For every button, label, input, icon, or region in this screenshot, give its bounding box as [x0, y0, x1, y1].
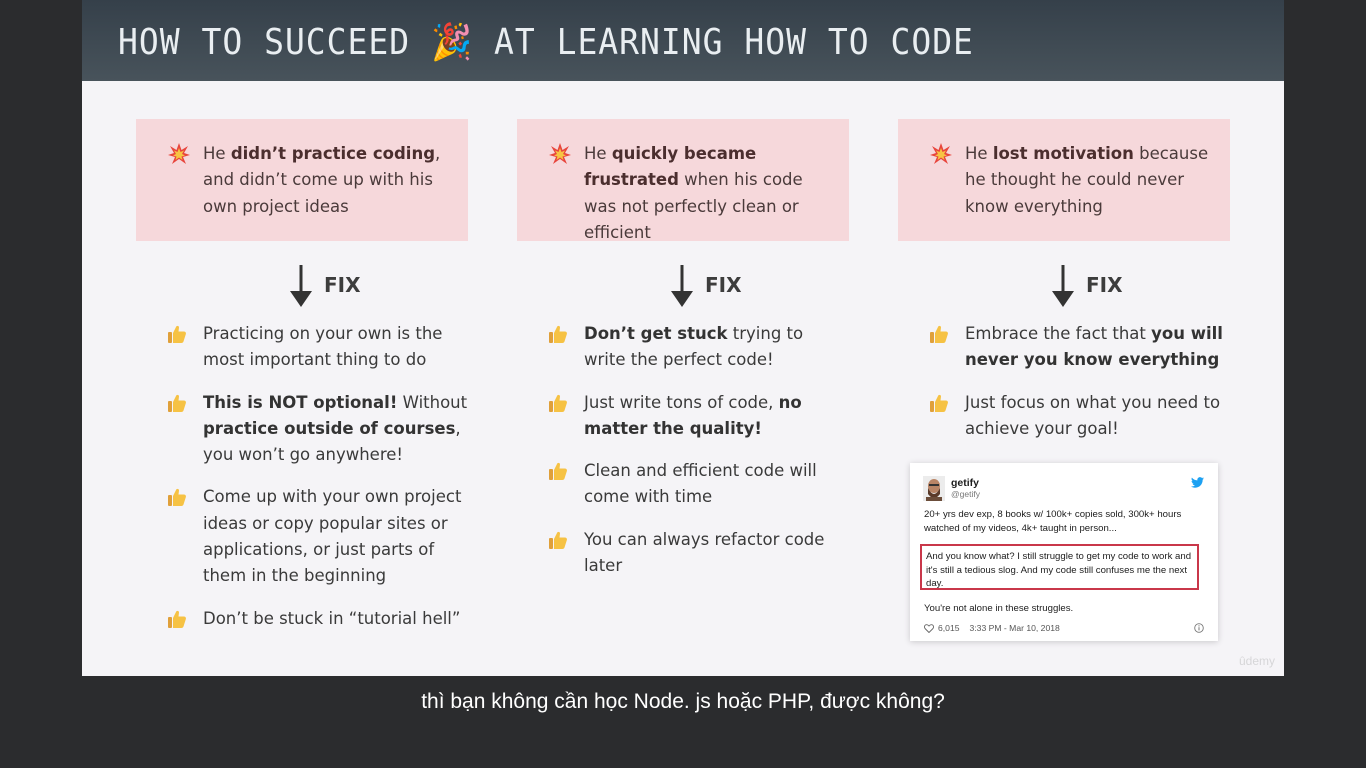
fix-item: Just focus on what you need to achieve y…	[898, 390, 1230, 443]
thumbs-up-icon	[168, 325, 186, 343]
thumbs-up-icon	[549, 394, 567, 412]
fix-text: Practicing on your own is the most impor…	[203, 324, 443, 370]
fix-list: Embrace the fact that you will never you…	[898, 321, 1230, 442]
fix-heading: FIX	[898, 241, 1230, 321]
problem-text-part: He	[965, 144, 993, 163]
tweet-meta: 6,015 3:33 PM - Mar 10, 2018	[924, 623, 1060, 633]
problem-text-bold: didn’t practice coding	[230, 144, 435, 163]
avatar	[923, 476, 945, 501]
problem-text: He lost motivation because he thought he…	[965, 141, 1215, 220]
fix-text: Embrace the fact that	[965, 324, 1152, 343]
fix-text: Just focus on what you need to achieve y…	[965, 392, 1221, 438]
fix-list: Practicing on your own is the most impor…	[136, 321, 468, 632]
thumbs-up-icon	[549, 463, 567, 481]
down-arrow-icon	[671, 265, 693, 307]
fix-text-bold: practice outside of courses	[203, 418, 456, 438]
fix-item: Don’t be stuck in “tutorial hell”	[136, 606, 468, 632]
embedded-tweet[interactable]: getify @getify 20+ yrs dev exp, 8 books …	[910, 463, 1218, 641]
fix-text: Clean and efficient code will come with …	[584, 461, 817, 507]
fix-item: This is NOT optional! Without practice o…	[136, 390, 468, 469]
tweet-timestamp[interactable]: 3:33 PM - Mar 10, 2018	[970, 623, 1060, 633]
down-arrow-icon	[290, 265, 312, 307]
problem-text-part: He	[203, 144, 231, 163]
fix-item: Just write tons of code, no matter the q…	[517, 390, 849, 443]
problem-card: He lost motivation because he thought he…	[898, 119, 1230, 241]
fix-item: You can always refactor code later	[517, 527, 849, 580]
problem-text: He didn’t practice coding, and didn’t co…	[203, 141, 453, 220]
fix-item: Don’t get stuck trying to write the perf…	[517, 321, 849, 374]
udemy-watermark: ûdemy	[1238, 654, 1275, 668]
thumbs-up-icon	[549, 325, 567, 343]
tweet-likes[interactable]: 6,015	[938, 623, 960, 633]
collision-icon	[168, 143, 190, 164]
tweet-author[interactable]: getify	[951, 477, 979, 489]
slide-title: HOW TO SUCCEED 🎉 AT LEARNING HOW TO CODE	[118, 20, 974, 63]
fix-label: FIX	[705, 273, 742, 297]
video-subtitle: thì bạn không cần học Node. js hoặc PHP,…	[421, 690, 945, 713]
fix-list: Don’t get stuck trying to write the perf…	[517, 321, 849, 579]
heart-icon[interactable]	[924, 623, 934, 633]
fix-label: FIX	[324, 273, 361, 297]
down-arrow-icon	[1052, 265, 1074, 307]
slide-header: HOW TO SUCCEED 🎉 AT LEARNING HOW TO CODE	[82, 0, 1284, 81]
thumbs-up-icon	[930, 394, 948, 412]
thumbs-up-icon	[930, 325, 948, 343]
problem-text-bold: lost motivation	[992, 144, 1134, 163]
fix-text-bold: This is NOT optional!	[203, 392, 398, 412]
fix-item: Clean and efficient code will come with …	[517, 458, 849, 511]
thumbs-up-icon	[168, 394, 186, 412]
fix-text: Just write tons of code,	[584, 392, 779, 412]
tweet-text: 20+ yrs dev exp, 8 books w/ 100k+ copies…	[924, 509, 1182, 534]
thumbs-up-icon	[168, 489, 186, 507]
fix-text: You can always refactor code later	[584, 529, 825, 576]
fix-heading: FIX	[136, 241, 468, 321]
tweet-text: You're not alone in these struggles.	[924, 603, 1074, 614]
fix-item: Come up with your own project ideas or c…	[136, 484, 468, 589]
column-3: He lost motivation because he thought he…	[898, 119, 1230, 458]
fix-text: Don’t be stuck in “tutorial hell”	[203, 608, 461, 628]
fix-text: Come up with your own project ideas or c…	[203, 487, 462, 586]
collision-icon	[930, 143, 952, 164]
column-1: He didn’t practice coding, and didn’t co…	[136, 119, 468, 648]
thumbs-up-icon	[549, 531, 567, 549]
problem-card: He didn’t practice coding, and didn’t co…	[136, 119, 468, 241]
fix-text-bold: Don’t get stuck	[584, 324, 728, 343]
problem-text-part: He	[584, 144, 612, 163]
fix-item: Practicing on your own is the most impor…	[136, 321, 468, 374]
tweet-highlighted-quote: And you know what? I still struggle to g…	[920, 544, 1199, 590]
fix-label: FIX	[1086, 273, 1123, 297]
lecture-slide: HOW TO SUCCEED 🎉 AT LEARNING HOW TO CODE…	[82, 0, 1284, 676]
info-icon[interactable]	[1194, 623, 1204, 633]
fix-text: Without	[397, 392, 468, 412]
problem-text: He quickly became frustrated when his co…	[584, 141, 834, 246]
problem-card: He quickly became frustrated when his co…	[517, 119, 849, 242]
thumbs-up-icon	[168, 610, 186, 628]
collision-icon	[549, 143, 571, 164]
twitter-bird-icon[interactable]	[1191, 477, 1204, 488]
tweet-handle[interactable]: @getify	[951, 489, 980, 499]
fix-heading: FIX	[517, 241, 849, 321]
fix-item: Embrace the fact that you will never you…	[898, 321, 1230, 374]
column-2: He quickly became frustrated when his co…	[517, 119, 849, 595]
